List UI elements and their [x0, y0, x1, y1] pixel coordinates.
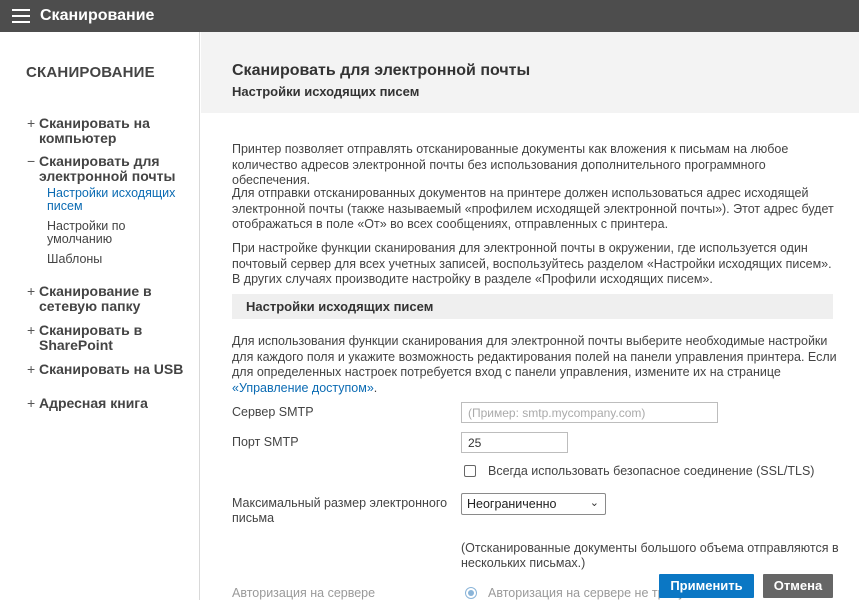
- max-size-note: (Отсканированные документы большого объе…: [461, 541, 839, 570]
- sidebar-item-scan-to-usb[interactable]: + Сканировать на USB: [27, 362, 187, 377]
- max-size-label: Максимальный размер электронного письма: [232, 496, 448, 525]
- section-intro-end: .: [373, 380, 378, 395]
- page-title: Сканировать для электронной почты: [232, 62, 531, 79]
- collapse-icon: −: [27, 153, 36, 169]
- sidebar-item-label: Сканировать для электронной почты: [39, 153, 176, 184]
- section-title: Настройки исходящих писем: [246, 299, 434, 314]
- sidebar-item-label: Сканировать в SharePoint: [39, 322, 143, 353]
- ssl-checkbox-label: Всегда использовать безопасное соединени…: [488, 464, 815, 478]
- auth-radio[interactable]: [465, 587, 477, 599]
- auth-label: Авторизация на сервере: [232, 586, 376, 600]
- sidebar-item-scan-to-computer[interactable]: + Сканировать на компьютер: [27, 116, 187, 146]
- section-header: Настройки исходящих писем: [232, 294, 833, 319]
- max-size-value: Неограниченно: [467, 497, 557, 511]
- sidebar-item-label: Сканировать на компьютер: [39, 115, 150, 146]
- expand-icon: +: [27, 361, 36, 377]
- sidebar-item-label: Сканирование в сетевую папку: [39, 283, 152, 314]
- chevron-down-icon: ⌄: [589, 497, 599, 509]
- expand-icon: +: [27, 115, 36, 131]
- profile-paragraph: Для отправки отсканированных документов …: [232, 186, 834, 231]
- sidebar-item-scan-to-sharepoint[interactable]: + Сканировать в SharePoint: [27, 323, 187, 353]
- setup-paragraph: При настройке функции сканирования для э…: [232, 241, 832, 286]
- smtp-port-input[interactable]: [461, 432, 568, 453]
- sidebar-item-scan-to-network-folder[interactable]: + Сканирование в сетевую папку: [27, 284, 187, 314]
- menu-icon[interactable]: [12, 9, 30, 23]
- expand-icon: +: [27, 283, 36, 299]
- sidebar-subitem-default-settings[interactable]: Настройки по умолчанию: [47, 220, 187, 246]
- sidebar-item-label: Сканировать на USB: [39, 361, 184, 377]
- main-content: Сканировать для электронной почты Настро…: [201, 32, 859, 600]
- cancel-button[interactable]: Отмена: [763, 574, 833, 598]
- expand-icon: +: [27, 395, 36, 411]
- ssl-checkbox[interactable]: [464, 465, 476, 477]
- sidebar-title: СКАНИРОВАНИЕ: [26, 64, 155, 81]
- smtp-server-label: Сервер SMTP: [232, 405, 314, 419]
- smtp-server-input[interactable]: [461, 402, 718, 423]
- page-subtitle: Настройки исходящих писем: [232, 84, 420, 99]
- sidebar-subitem-outgoing-email-settings[interactable]: Настройки исходящих писем: [47, 187, 187, 213]
- sidebar-item-scan-to-email[interactable]: − Сканировать для электронной почты: [27, 154, 187, 184]
- expand-icon: +: [27, 322, 36, 338]
- section-intro-text: Для использования функции сканирования д…: [232, 334, 837, 379]
- top-bar: Сканирование: [0, 0, 859, 32]
- content-header: Сканировать для электронной почты Настро…: [201, 32, 859, 113]
- intro-paragraph: Принтер позволяет отправлять отсканирова…: [232, 142, 789, 187]
- max-size-select[interactable]: Неограниченно ⌄: [461, 493, 606, 515]
- access-control-link[interactable]: «Управление доступом»: [232, 381, 374, 395]
- sidebar-item-label: Адресная книга: [39, 395, 148, 411]
- sidebar-item-address-book[interactable]: + Адресная книга: [27, 396, 187, 411]
- sidebar-subitem-templates[interactable]: Шаблоны: [47, 253, 187, 266]
- section-intro: Для использования функции сканирования д…: [232, 334, 837, 396]
- apply-button[interactable]: Применить: [659, 574, 754, 598]
- app-title: Сканирование: [40, 7, 155, 24]
- smtp-port-label: Порт SMTP: [232, 435, 299, 449]
- sidebar: СКАНИРОВАНИЕ + Сканировать на компьютер …: [0, 32, 200, 600]
